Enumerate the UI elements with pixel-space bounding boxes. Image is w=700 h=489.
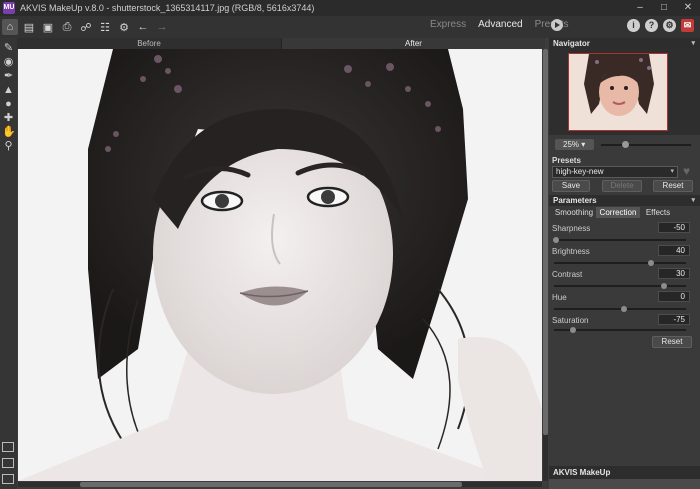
mode-express[interactable]: Express — [430, 19, 466, 30]
preset-selected-value: high-key-new — [556, 167, 604, 176]
view-mode-compare-icon[interactable] — [2, 474, 14, 484]
settings-icon[interactable]: ⚙ — [663, 19, 676, 32]
vertical-scrollbar[interactable] — [543, 49, 548, 481]
print-icon[interactable]: ⎙ — [59, 19, 75, 35]
tab-before[interactable]: Before — [17, 38, 281, 49]
redo-icon[interactable]: → — [154, 19, 170, 35]
vertical-scroll-thumb[interactable] — [543, 49, 548, 435]
view-mode-single-icon[interactable] — [2, 442, 14, 452]
zoom-row: 25% ▾ — [549, 138, 700, 152]
parameter-tabs: Smoothing Correction Effects — [552, 207, 697, 218]
horizontal-scrollbar[interactable] — [18, 482, 542, 487]
mode-switcher: Express Advanced Presets — [430, 19, 569, 30]
batch-icon[interactable]: ☷ — [97, 19, 113, 35]
sharpness-value-field[interactable]: -50 — [658, 222, 690, 233]
tab-effects[interactable]: Effects — [640, 207, 676, 218]
collapse-icon[interactable]: ▾ — [691, 195, 695, 206]
mode-advanced[interactable]: Advanced — [478, 19, 522, 30]
contrast-label: Contrast — [552, 270, 583, 279]
sharpness-label: Sharpness — [552, 224, 591, 233]
reset-preset-button[interactable]: Reset — [653, 180, 693, 192]
parameters-header[interactable]: Parameters ▾ — [549, 195, 700, 206]
eye-icon[interactable]: ◉ — [2, 56, 15, 69]
image-canvas[interactable] — [18, 49, 542, 481]
toolbar: ⌂ ▤ ▣ ⎙ ☍ ☷ ⚙ ← → Express Advanced Prese… — [0, 16, 700, 38]
thumbnail-portrait — [569, 54, 667, 130]
footer-title: AKVIS MakeUp — [549, 466, 700, 479]
plugin-icon[interactable]: ⚙ — [116, 19, 132, 35]
eraser-icon[interactable]: ✎ — [2, 42, 15, 55]
navigator-preview[interactable] — [549, 49, 700, 135]
app-window: MU AKVIS MakeUp v.8.0 - shutterstock_136… — [0, 0, 700, 489]
saturation-value-field[interactable]: -75 — [658, 314, 690, 325]
close-icon[interactable]: ✕ — [676, 0, 700, 16]
title-bar: MU AKVIS MakeUp v.8.0 - shutterstock_136… — [0, 0, 700, 16]
hue-slider[interactable] — [554, 306, 686, 312]
news-icon[interactable]: ✉ — [681, 19, 694, 32]
preset-select[interactable]: high-key-new ▾ — [552, 166, 678, 178]
contrast-slider[interactable] — [554, 283, 686, 289]
horizontal-scroll-thumb[interactable] — [80, 482, 462, 487]
navigator-title: Navigator — [553, 39, 590, 48]
heal-icon[interactable]: ✚ — [2, 112, 15, 125]
tab-after[interactable]: After — [281, 38, 545, 49]
chevron-down-icon: ▾ — [581, 140, 586, 149]
help-icon[interactable]: ? — [645, 19, 658, 32]
undo-icon[interactable]: ← — [135, 19, 151, 35]
maximize-icon[interactable]: □ — [652, 0, 676, 16]
reset-parameters-button[interactable]: Reset — [652, 336, 692, 348]
tab-correction[interactable]: Correction — [596, 207, 640, 218]
share-icon[interactable]: ☍ — [78, 19, 94, 35]
navigator-header[interactable]: Navigator ▾ — [549, 38, 700, 49]
sharpness-slider-handle[interactable] — [553, 237, 559, 243]
navigator-thumbnail[interactable] — [568, 53, 668, 131]
zoom-slider-handle[interactable] — [622, 141, 629, 148]
saturation-label: Saturation — [552, 316, 589, 325]
hue-label: Hue — [552, 293, 567, 302]
tools-sidebar: ✎ ◉ ✒ ▲ ● ✚ ✋ ⚲ — [0, 38, 17, 489]
delete-preset-button[interactable]: Delete — [602, 180, 642, 192]
collapse-icon[interactable]: ▾ — [691, 38, 695, 49]
sharpness-slider[interactable] — [553, 237, 686, 243]
open-icon[interactable]: ▤ — [21, 19, 37, 35]
hue-slider-handle[interactable] — [621, 306, 627, 312]
saturation-slider[interactable] — [554, 327, 686, 333]
brightness-value-field[interactable]: 40 — [658, 245, 690, 256]
minimize-icon[interactable]: – — [628, 0, 652, 16]
save-preset-button[interactable]: Save — [552, 180, 590, 192]
zoom-icon[interactable]: ⚲ — [2, 140, 15, 153]
toolbar-right-icons: i ? ⚙ ✉ — [627, 19, 694, 32]
zoom-value: 25% — [563, 140, 580, 149]
tab-smoothing[interactable]: Smoothing — [552, 207, 596, 218]
brush-icon[interactable]: ✒ — [2, 70, 15, 83]
hue-value-field[interactable]: 0 — [658, 291, 690, 302]
hand-icon[interactable]: ✋ — [2, 126, 16, 139]
brightness-label: Brightness — [552, 247, 590, 256]
drop-icon[interactable]: ● — [2, 98, 15, 111]
parameters-title: Parameters — [553, 196, 597, 205]
run-play-icon[interactable] — [551, 19, 563, 31]
before-after-tabs: Before After — [17, 38, 545, 49]
zoom-select[interactable]: 25% ▾ — [555, 139, 594, 150]
chevron-down-icon: ▾ — [670, 168, 674, 175]
zoom-slider[interactable] — [601, 144, 691, 146]
stamp-icon[interactable]: ▲ — [2, 84, 15, 97]
info-icon[interactable]: i — [627, 19, 640, 32]
contrast-value-field[interactable]: 30 — [658, 268, 690, 279]
presets-label: Presets — [552, 156, 581, 165]
home-icon[interactable]: ⌂ — [2, 19, 18, 35]
brightness-slider[interactable] — [554, 260, 686, 266]
window-controls: – □ ✕ — [628, 0, 700, 16]
favorite-heart-icon[interactable]: ♥ — [683, 165, 695, 177]
app-logo-icon: MU — [3, 2, 15, 14]
right-panel: Navigator ▾ 25% ▾ Presets high-key-new ▾… — [549, 38, 700, 489]
portrait-photo — [18, 49, 542, 481]
footer-strip — [549, 479, 700, 489]
brightness-slider-handle[interactable] — [648, 260, 654, 266]
contrast-slider-handle[interactable] — [661, 283, 667, 289]
view-mode-split-icon[interactable] — [2, 458, 14, 468]
save-icon[interactable]: ▣ — [40, 19, 56, 35]
saturation-slider-handle[interactable] — [570, 327, 576, 333]
window-title: AKVIS MakeUp v.8.0 - shutterstock_136531… — [20, 3, 315, 13]
